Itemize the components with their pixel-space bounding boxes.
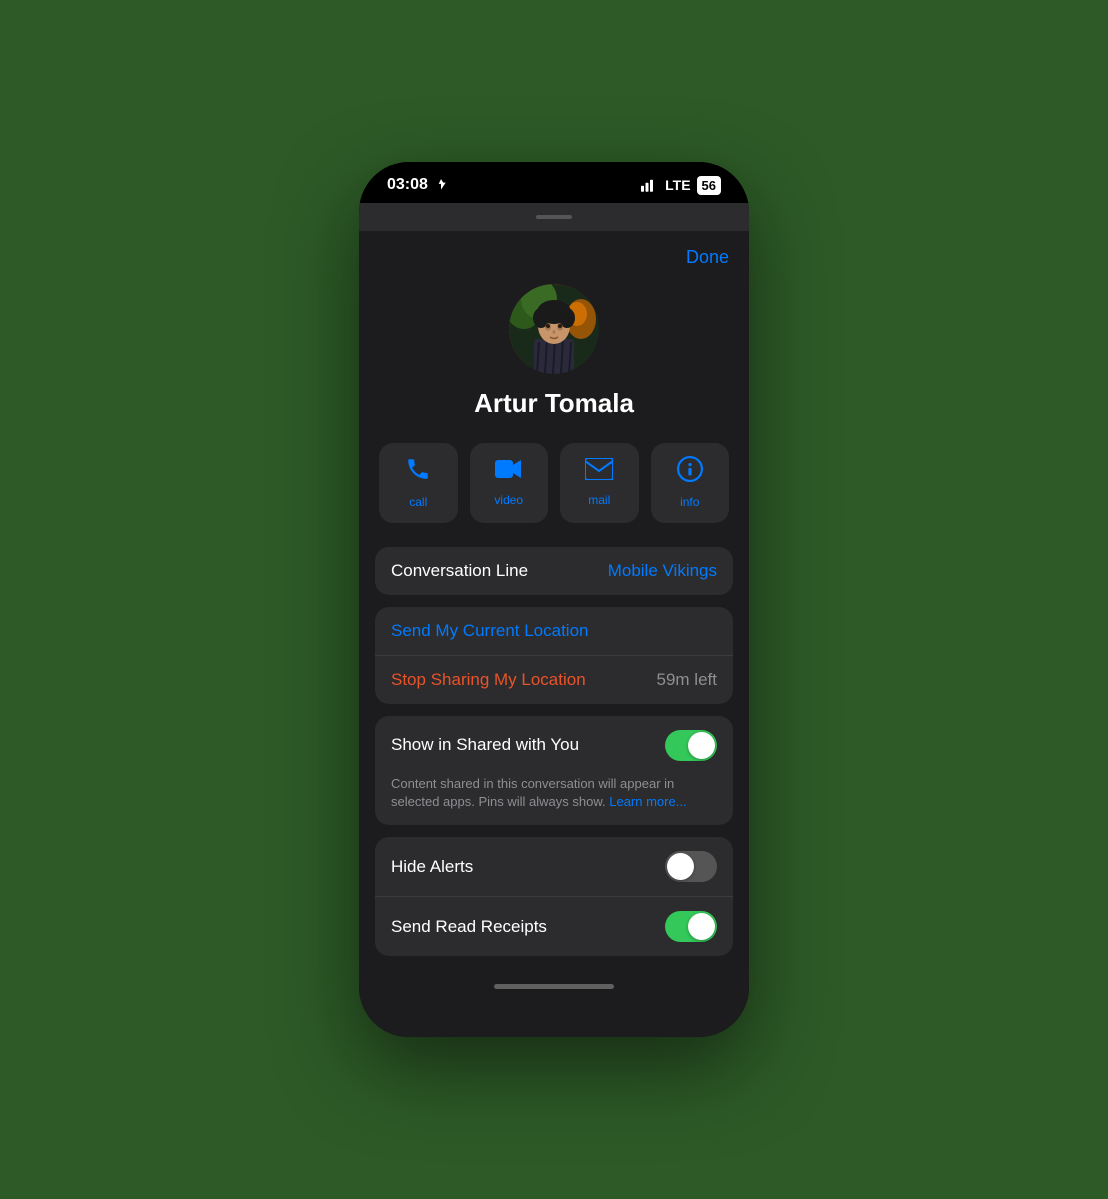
location-icon <box>434 178 448 192</box>
status-time: 03:08 <box>387 176 448 194</box>
conversation-line-label: Conversation Line <box>391 561 528 581</box>
send-location-label: Send My Current Location <box>391 621 589 640</box>
shared-with-you-toggle[interactable] <box>665 730 717 761</box>
mail-icon <box>585 458 613 487</box>
send-read-receipts-thumb <box>688 913 715 940</box>
avatar <box>509 284 599 374</box>
call-icon <box>405 456 431 489</box>
hide-alerts-toggle[interactable] <box>665 851 717 882</box>
bottom-indicator <box>359 968 749 997</box>
send-location-row[interactable]: Send My Current Location <box>375 607 733 656</box>
send-read-receipts-label: Send Read Receipts <box>391 917 547 937</box>
profile-section: Artur Tomala <box>359 276 749 443</box>
send-read-receipts-toggle[interactable] <box>665 911 717 942</box>
info-label: info <box>680 495 699 509</box>
stop-location-label: Stop Sharing My Location <box>391 670 586 690</box>
sheet-content: Done <box>359 231 749 1037</box>
mail-label: mail <box>588 493 610 507</box>
shared-with-you-card: Show in Shared with You Content shared i… <box>375 716 733 825</box>
conversation-line-row: Conversation Line Mobile Vikings <box>375 547 733 595</box>
signal-icon <box>641 178 659 192</box>
avatar-image <box>509 284 599 374</box>
header-row: Done <box>359 231 749 276</box>
shared-with-you-row: Show in Shared with You <box>375 716 733 775</box>
alerts-receipts-card: Hide Alerts Send Read Receipts <box>375 837 733 956</box>
done-button[interactable]: Done <box>686 247 729 268</box>
learn-more-link[interactable]: Learn more... <box>609 794 686 809</box>
contact-name: Artur Tomala <box>474 388 634 419</box>
shared-description: Content shared in this conversation will… <box>375 775 733 825</box>
battery-display: 56 <box>697 176 721 195</box>
hide-alerts-label: Hide Alerts <box>391 857 473 877</box>
conversation-line-card: Conversation Line Mobile Vikings <box>375 547 733 595</box>
hide-alerts-thumb <box>667 853 694 880</box>
phone-frame: 03:08 LTE 56 Done <box>359 162 749 1037</box>
toggle-thumb <box>688 732 715 759</box>
shared-with-you-label: Show in Shared with You <box>391 735 579 755</box>
conversation-line-value: Mobile Vikings <box>608 561 717 581</box>
sheet-handle-bar <box>536 215 572 219</box>
hide-alerts-row: Hide Alerts <box>375 837 733 896</box>
time-display: 03:08 <box>387 176 428 194</box>
status-right: LTE 56 <box>641 176 721 195</box>
sheet-handle <box>359 203 749 231</box>
mail-button[interactable]: mail <box>560 443 639 523</box>
action-buttons: call video mail <box>359 443 749 547</box>
send-read-receipts-row: Send Read Receipts <box>375 896 733 956</box>
video-icon <box>495 458 523 487</box>
status-bar: 03:08 LTE 56 <box>359 162 749 203</box>
location-card: Send My Current Location Stop Sharing My… <box>375 607 733 704</box>
call-label: call <box>409 495 427 509</box>
info-icon <box>677 456 703 489</box>
info-button[interactable]: info <box>651 443 730 523</box>
call-button[interactable]: call <box>379 443 458 523</box>
video-button[interactable]: video <box>470 443 549 523</box>
network-type: LTE <box>665 177 690 193</box>
stop-location-row[interactable]: Stop Sharing My Location 59m left <box>375 656 733 704</box>
video-label: video <box>494 493 523 507</box>
time-left: 59m left <box>657 670 717 690</box>
home-indicator-bar <box>494 984 614 989</box>
